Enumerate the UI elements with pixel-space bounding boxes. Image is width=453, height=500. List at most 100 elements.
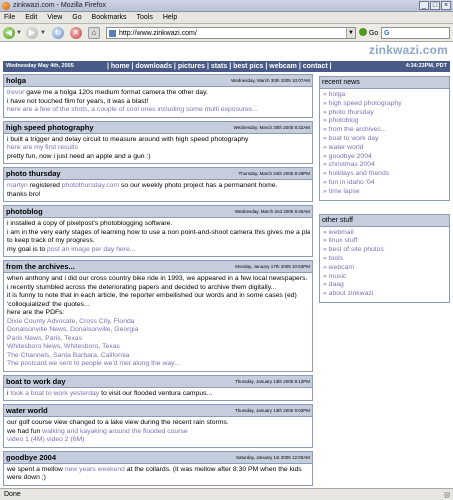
address-bar[interactable]: http://www.zinkwazi.com/ ▼ xyxy=(106,27,356,39)
other-stuff-item[interactable]: » tools xyxy=(323,255,447,264)
other-stuff-item[interactable]: » linux stuff xyxy=(323,237,447,246)
recent-news-item-label[interactable]: christmas 2004 xyxy=(329,161,375,168)
post-link[interactable]: here are a few of the shots, a couple of… xyxy=(7,106,258,113)
post-link[interactable]: took a boat to work yesterday xyxy=(10,390,99,397)
menu-view[interactable]: View xyxy=(43,12,66,24)
recent-news-item[interactable]: » from the archives... xyxy=(323,126,447,135)
recent-news-item-label[interactable]: water world xyxy=(329,144,364,151)
other-stuff-item-label[interactable]: webmail xyxy=(329,229,354,236)
post-link[interactable]: video 1 (4M) xyxy=(7,436,45,443)
recent-news-item[interactable]: » high speed photography xyxy=(323,100,447,109)
site-nav-links[interactable]: | home | downloads | pictures | stats | … xyxy=(107,61,332,72)
post-text: 'colloquialized' the quotes... xyxy=(7,300,90,308)
recent-news-item-label[interactable]: from the archives... xyxy=(329,126,387,133)
menu-bookmarks[interactable]: Bookmarks xyxy=(88,12,131,24)
stop-button[interactable]: ✕ xyxy=(70,27,82,39)
forward-history-dropdown-icon[interactable]: ▼ xyxy=(40,30,46,36)
post-line: when anthony and i did our cross country… xyxy=(7,275,310,284)
home-button[interactable]: ⌂ xyxy=(88,27,100,39)
back-button[interactable]: ◀ xyxy=(3,27,15,39)
menu-file[interactable]: File xyxy=(0,12,19,24)
recent-news-item[interactable]: » christmas 2004 xyxy=(323,161,447,170)
forward-button[interactable]: ▶ xyxy=(26,27,38,39)
other-stuff-item-label[interactable]: daag xyxy=(329,281,344,288)
recent-news-item-label[interactable]: photo thursday xyxy=(329,109,374,116)
other-stuff-item[interactable]: » music xyxy=(323,273,447,282)
post-link[interactable]: here are my first results xyxy=(7,144,78,151)
recent-news-item[interactable]: » time lapse xyxy=(323,188,447,197)
go-button[interactable]: Go xyxy=(359,28,378,39)
post-title[interactable]: goodbye 2004 xyxy=(6,452,56,464)
resize-grip-icon[interactable] xyxy=(444,492,450,498)
post-link[interactable]: Whitesboro News, Whitesboro, Texas xyxy=(7,343,120,350)
post-link[interactable]: The Channels, Santa Barbara, California xyxy=(7,352,129,359)
other-stuff-item[interactable]: » about zinkwazi xyxy=(323,290,447,299)
other-stuff-item[interactable]: » best of site photos xyxy=(323,246,447,255)
other-stuff-item[interactable]: » daag xyxy=(323,281,447,290)
recent-news-item[interactable]: » goodbye 2004 xyxy=(323,153,447,162)
recent-news-item[interactable]: » holga xyxy=(323,91,447,100)
recent-news-item[interactable]: » photo thursday xyxy=(323,109,447,118)
post-link[interactable]: martyn xyxy=(7,182,28,189)
window-controls: _ □ × xyxy=(419,1,451,10)
menu-help[interactable]: Help xyxy=(159,12,181,24)
post-text: were down ;) xyxy=(7,474,46,481)
post-link[interactable]: Dixie County Advocate, Cross City, Flori… xyxy=(7,318,135,325)
other-stuff-item-label[interactable]: tools xyxy=(329,255,343,262)
other-stuff-item[interactable]: » webcam xyxy=(323,264,447,273)
post-header: high speed photography Wednesday, March 3… xyxy=(4,121,312,134)
back-history-dropdown-icon[interactable]: ▼ xyxy=(16,30,22,36)
post-title[interactable]: holga xyxy=(6,75,26,87)
recent-news-item-label[interactable]: high speed photography xyxy=(329,100,402,107)
post-link[interactable]: photothursday.com xyxy=(62,182,119,189)
post-line: were down ;) xyxy=(7,474,310,483)
post-title[interactable]: water world xyxy=(6,405,48,417)
recent-news-item-label[interactable]: boat to work day xyxy=(329,135,379,142)
post-link[interactable]: Paris News, Paris, Texas xyxy=(7,335,82,342)
menu-tools[interactable]: Tools xyxy=(133,12,157,24)
search-box[interactable]: G xyxy=(381,27,450,39)
close-button[interactable]: × xyxy=(441,1,451,10)
other-stuff-item-label[interactable]: webcam xyxy=(329,264,354,271)
other-stuff-item-label[interactable]: linux stuff xyxy=(329,237,358,244)
post-text: we had fun xyxy=(7,427,43,435)
menu-go[interactable]: Go xyxy=(68,12,85,24)
recent-news-item[interactable]: » holidays and friends xyxy=(323,170,447,179)
post-link[interactable]: trevor xyxy=(7,89,24,96)
recent-news-item[interactable]: » boat to work day xyxy=(323,135,447,144)
other-stuff-item-label[interactable]: best of site photos xyxy=(329,246,384,253)
other-stuff-item-label[interactable]: about zinkwazi xyxy=(329,290,374,297)
post-link[interactable]: video 2 (6M) xyxy=(47,436,85,443)
recent-news-item[interactable]: » fun in idaho '04 xyxy=(323,179,447,188)
post-title[interactable]: boat to work day xyxy=(6,376,66,388)
post-title[interactable]: photoblog xyxy=(6,206,43,218)
post-link[interactable]: Donalsonville News, Donalsonville, Georg… xyxy=(7,326,138,333)
post-link[interactable]: post an image per day here... xyxy=(47,246,135,253)
minimize-button[interactable]: _ xyxy=(419,1,429,10)
post-text: our golf course view changed to a lake v… xyxy=(7,419,229,426)
recent-news-item-label[interactable]: time lapse xyxy=(329,188,360,195)
other-stuff-item-label[interactable]: music xyxy=(329,273,347,280)
recent-news-item-label[interactable]: holidays and friends xyxy=(329,170,389,177)
post-link[interactable]: The postcard we sent to people we'd met … xyxy=(7,360,180,367)
post-title[interactable]: photo thursday xyxy=(6,168,61,180)
recent-news-item-label[interactable]: fun in idaho '04 xyxy=(329,179,375,186)
address-url[interactable]: http://www.zinkwazi.com/ xyxy=(119,28,197,39)
recent-news-item-label[interactable]: photoblog xyxy=(329,117,359,124)
post-line: trevor gave me a holga 120s medium forma… xyxy=(7,89,310,98)
post-link[interactable]: walking and kayaking around the flooded … xyxy=(42,428,187,435)
recent-news-item[interactable]: » photoblog xyxy=(323,117,447,126)
post-title[interactable]: high speed photography xyxy=(6,122,94,134)
post-link[interactable]: new years weekend xyxy=(65,466,125,473)
other-stuff-item[interactable]: » webmail xyxy=(323,229,447,238)
recent-news-item[interactable]: » water world xyxy=(323,144,447,153)
reload-button[interactable]: ↻ xyxy=(52,27,64,39)
recent-news-item-label[interactable]: holga xyxy=(329,91,346,98)
address-dropdown-icon[interactable]: ▼ xyxy=(346,28,355,38)
site-logo[interactable]: zinkwazi.com xyxy=(369,43,448,57)
menu-edit[interactable]: Edit xyxy=(21,12,41,24)
post-line: i have not touched film for years, it wa… xyxy=(7,98,310,107)
post-title[interactable]: from the archives... xyxy=(6,261,75,273)
recent-news-item-label[interactable]: goodbye 2004 xyxy=(329,153,372,160)
maximize-button[interactable]: □ xyxy=(430,1,440,10)
